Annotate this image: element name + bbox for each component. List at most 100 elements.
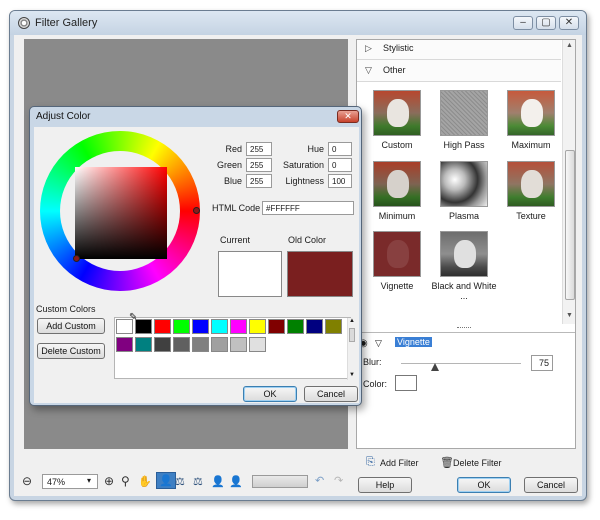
red-field[interactable]: 255: [246, 142, 272, 156]
custom-color-swatch[interactable]: [154, 337, 171, 352]
adjust-color-dialog: Adjust Color ✕ Red 255 Green 255 Blue 25…: [29, 106, 362, 406]
custom-color-swatch[interactable]: [154, 319, 171, 334]
scrollbar-thumb[interactable]: [349, 328, 355, 342]
hue-field[interactable]: 0: [328, 142, 352, 156]
custom-color-swatch[interactable]: [116, 337, 133, 352]
current-label: Current: [220, 235, 251, 245]
html-code-field[interactable]: #FFFFFF: [262, 201, 354, 215]
filter-thumb-custom[interactable]: [373, 90, 421, 136]
custom-color-swatch[interactable]: [211, 337, 228, 352]
hand-icon[interactable]: ✋: [138, 475, 152, 488]
splitter-grip[interactable]: [457, 327, 471, 330]
add-custom-button[interactable]: Add Custom: [37, 318, 105, 334]
dialog-close-button[interactable]: ✕: [337, 110, 359, 123]
filter-panel: ▷ Stylistic ▽ Other Custom High Pass Max…: [356, 39, 576, 449]
filter-thumb-maximum[interactable]: [507, 90, 555, 136]
custom-color-swatch[interactable]: [230, 337, 247, 352]
old-color-label: Old Color: [288, 235, 327, 245]
red-label: Red: [225, 144, 242, 154]
dialog-ok-button[interactable]: OK: [243, 386, 297, 402]
green-field[interactable]: 255: [246, 158, 272, 172]
custom-color-swatch[interactable]: [173, 337, 190, 352]
filter-label-high-pass: High Pass: [443, 140, 485, 150]
person-blue-icon[interactable]: 👤: [229, 475, 243, 488]
vignette-color-swatch[interactable]: [395, 375, 417, 391]
saturation-field[interactable]: 0: [328, 158, 352, 172]
filter-thumb-texture[interactable]: [507, 161, 555, 207]
blur-slider-thumb[interactable]: [431, 363, 439, 371]
zoom-value: 47%: [47, 477, 66, 487]
title-bar[interactable]: Filter Gallery – ▢ ✕: [10, 11, 586, 35]
old-color-swatch[interactable]: [287, 251, 353, 297]
blur-slider-track[interactable]: [401, 363, 521, 365]
scroll-up-icon[interactable]: ▲: [349, 318, 355, 324]
filter-label-black-and-white: Black and White ...: [431, 281, 497, 301]
custom-color-swatch[interactable]: [287, 319, 304, 334]
filter-label-custom: Custom: [381, 140, 413, 150]
category-label: Other: [383, 65, 406, 75]
filter-label-plasma: Plasma: [448, 211, 479, 221]
color-marker[interactable]: [73, 255, 80, 262]
zoom-out-icon[interactable]: ⊖: [22, 474, 32, 488]
bottom-toolbar: ⊖ 47% ▾ ⊕ ⚲ ✋ 👤 ⚖ ⚖ 👤 👤 ↶ ↷ Help OK Canc…: [14, 457, 582, 496]
custom-color-swatch[interactable]: [325, 319, 342, 334]
scroll-down-icon[interactable]: ▼: [349, 372, 355, 378]
delete-custom-button[interactable]: Delete Custom: [37, 343, 105, 359]
flip-horizontal-icon[interactable]: ⚖: [175, 475, 185, 488]
kitten-image: [387, 240, 409, 268]
custom-color-swatch[interactable]: [306, 319, 323, 334]
close-button[interactable]: ✕: [559, 16, 579, 30]
filter-thumb-high-pass[interactable]: [440, 90, 488, 136]
saturation-label: Saturation: [282, 160, 324, 170]
color-label: Color:: [363, 379, 388, 389]
custom-color-swatch[interactable]: [211, 319, 228, 334]
flip-vertical-icon[interactable]: ⚖: [193, 475, 203, 488]
category-stylistic[interactable]: ▷ Stylistic: [357, 40, 561, 60]
lightness-field[interactable]: 100: [328, 174, 352, 188]
applied-filter-name[interactable]: Vignette: [395, 337, 432, 347]
custom-color-swatch[interactable]: [135, 319, 152, 334]
dialog-cancel-button[interactable]: Cancel: [304, 386, 358, 402]
filter-thumb-minimum[interactable]: [373, 161, 421, 207]
blur-value-field[interactable]: 75: [531, 355, 553, 371]
collapse-arrow-icon[interactable]: ▽: [375, 338, 382, 349]
scroll-down-icon[interactable]: ▼: [566, 312, 573, 319]
maximize-button[interactable]: ▢: [536, 16, 556, 30]
zoom-select[interactable]: 47% ▾: [42, 474, 98, 489]
person-icon[interactable]: 👤: [156, 472, 176, 489]
blue-field[interactable]: 255: [246, 174, 272, 188]
custom-color-swatch[interactable]: [268, 319, 285, 334]
filter-list-scrollbar[interactable]: ▲ ▼: [562, 40, 575, 324]
minimize-button[interactable]: –: [513, 16, 533, 30]
scroll-up-icon[interactable]: ▲: [566, 42, 573, 49]
undo-icon[interactable]: ↶: [315, 474, 324, 487]
help-button[interactable]: Help: [358, 477, 412, 493]
saturation-lightness-square[interactable]: [75, 167, 167, 259]
custom-color-swatch[interactable]: [173, 319, 190, 334]
custom-color-swatch[interactable]: [192, 337, 209, 352]
window-title: Filter Gallery: [35, 17, 98, 29]
filter-thumb-vignette[interactable]: [373, 231, 421, 277]
hue-marker[interactable]: [193, 207, 200, 214]
custom-color-swatch[interactable]: [192, 319, 209, 334]
magnifier-icon[interactable]: ⚲: [121, 474, 130, 488]
ok-button[interactable]: OK: [457, 477, 511, 493]
custom-color-swatch[interactable]: [135, 337, 152, 352]
person-green-icon[interactable]: 👤: [211, 475, 225, 488]
custom-color-swatch[interactable]: [230, 319, 247, 334]
filter-thumb-plasma[interactable]: [440, 161, 488, 207]
eyedropper-icon[interactable]: ✎: [129, 312, 137, 323]
custom-colors-label: Custom Colors: [36, 304, 96, 314]
filter-thumb-black-and-white[interactable]: [440, 231, 488, 277]
category-other[interactable]: ▽ Other: [357, 60, 561, 82]
custom-color-swatch[interactable]: [249, 337, 266, 352]
cancel-button[interactable]: Cancel: [524, 477, 578, 493]
redo-icon[interactable]: ↷: [334, 474, 343, 487]
zoom-in-icon[interactable]: ⊕: [104, 474, 114, 488]
progress-bar: [252, 475, 308, 488]
scrollbar-thumb[interactable]: [565, 150, 575, 300]
dialog-client-area: Red 255 Green 255 Blue 255 Hue 0 Saturat…: [34, 127, 359, 403]
kitten-image: [387, 170, 409, 198]
custom-color-swatch[interactable]: [249, 319, 266, 334]
palette-scrollbar[interactable]: ▲ ▼: [347, 318, 356, 380]
